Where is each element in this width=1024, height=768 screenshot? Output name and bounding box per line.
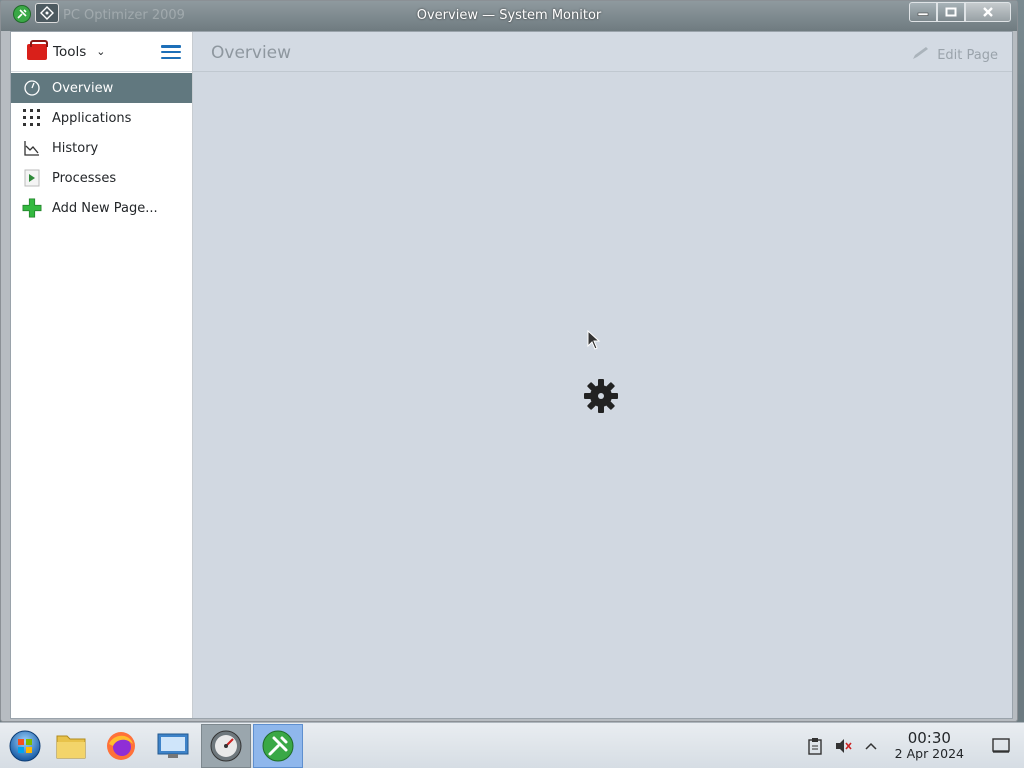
tools-label: Tools (53, 43, 87, 60)
sidebar-item-label: Processes (52, 170, 117, 186)
line-chart-icon (22, 138, 42, 158)
clock-date: 2 Apr 2024 (894, 746, 964, 761)
minimize-button[interactable] (909, 2, 937, 22)
sidebar-item-processes[interactable]: Processes (11, 163, 192, 193)
clipboard-icon[interactable] (801, 737, 829, 755)
show-desktop-icon[interactable] (984, 738, 1018, 754)
applications-grid-icon (22, 108, 42, 128)
system-monitor-window: PC Optimizer 2009 Overview — System Moni… (0, 0, 1018, 722)
pencil-icon (911, 45, 931, 65)
main-content: Overview Edit Page (193, 32, 1012, 718)
tools-menu-button[interactable]: Tools ⌄ (27, 39, 106, 60)
sidebar-item-history[interactable]: History (11, 133, 192, 163)
gauge-icon (22, 78, 42, 98)
system-tray: 00:30 2 Apr 2024 (801, 723, 1024, 768)
start-orb-button[interactable] (0, 724, 50, 768)
plus-icon (22, 198, 42, 218)
close-button[interactable] (965, 2, 1011, 22)
sidebar-nav: Overview Applications History Processes … (11, 73, 192, 223)
loading-gear-icon (583, 378, 619, 414)
sidebar-header: Tools ⌄ (11, 32, 192, 72)
clock[interactable]: 00:30 2 Apr 2024 (894, 729, 964, 762)
page-header: Overview Edit Page (193, 32, 1012, 72)
taskbar: 00:30 2 Apr 2024 (0, 722, 1024, 768)
window-title: Overview — System Monitor (416, 8, 602, 23)
sidebar-item-label: Add New Page... (52, 200, 158, 216)
window-client-area: Tools ⌄ Overview Applications History Pr… (10, 31, 1013, 719)
hamburger-menu-icon[interactable] (161, 45, 181, 59)
edit-page-button[interactable]: Edit Page (911, 45, 998, 65)
edit-page-label: Edit Page (937, 47, 998, 63)
system-settings-icon[interactable] (148, 724, 198, 768)
toolbox-icon (27, 39, 48, 60)
maximize-button[interactable] (937, 2, 965, 22)
chevron-down-icon: ⌄ (96, 45, 106, 58)
process-play-icon (22, 168, 42, 188)
sidebar-item-label: Applications (52, 110, 132, 126)
mouse-cursor-icon (587, 329, 601, 354)
pc-optimizer-icon[interactable] (253, 724, 303, 768)
sidebar-item-add-new-page[interactable]: Add New Page... (11, 193, 192, 223)
volume-muted-icon[interactable] (829, 737, 857, 755)
sidebar-item-applications[interactable]: Applications (11, 103, 192, 133)
sidebar-item-label: Overview (52, 80, 114, 96)
firefox-icon[interactable] (96, 724, 146, 768)
sidebar-item-label: History (52, 140, 99, 156)
clock-time: 00:30 (907, 729, 951, 747)
sidebar: Tools ⌄ Overview Applications History Pr… (11, 32, 193, 718)
sidebar-item-overview[interactable]: Overview (11, 73, 192, 103)
file-manager-icon[interactable] (46, 724, 96, 768)
page-title: Overview (211, 43, 292, 63)
window-buttons (909, 2, 1011, 22)
system-monitor-gauge-icon[interactable] (201, 724, 251, 768)
chevron-up-icon[interactable] (857, 741, 885, 751)
window-titlebar[interactable]: PC Optimizer 2009 Overview — System Moni… (1, 1, 1017, 31)
